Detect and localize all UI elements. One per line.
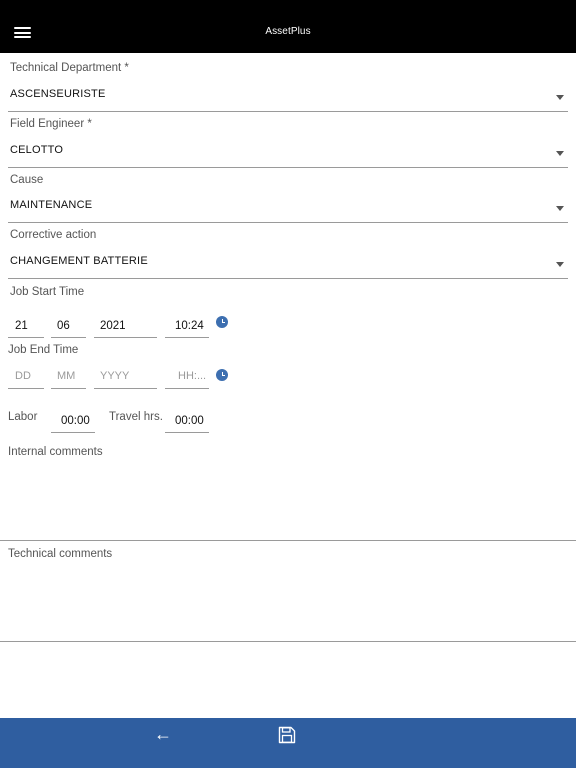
cause-value: MAINTENANCE bbox=[10, 199, 93, 211]
chevron-down-icon[interactable] bbox=[556, 151, 564, 156]
technical-department-select[interactable]: Technical Department * ASCENSEURISTE bbox=[8, 60, 568, 112]
job-start-year-value: 2021 bbox=[100, 320, 126, 332]
technical-department-label: Technical Department * bbox=[10, 62, 129, 74]
travel-hours-value: 00:00 bbox=[175, 415, 204, 427]
job-end-month-placeholder: MM bbox=[57, 370, 76, 382]
field-engineer-select[interactable]: Field Engineer * CELOTTO bbox=[8, 116, 568, 168]
job-end-day-placeholder: DD bbox=[15, 370, 31, 382]
job-end-time-input[interactable]: HH:... bbox=[165, 367, 209, 389]
job-end-time-placeholder: HH:... bbox=[178, 370, 207, 382]
field-engineer-value: CELOTTO bbox=[10, 144, 64, 156]
clock-icon[interactable] bbox=[216, 316, 228, 328]
top-app-bar: AssetPlus bbox=[0, 0, 576, 53]
job-start-year-input[interactable]: 2021 bbox=[94, 316, 157, 338]
chevron-down-icon[interactable] bbox=[556, 206, 564, 211]
field-engineer-label: Field Engineer * bbox=[10, 118, 92, 130]
technical-department-value: ASCENSEURISTE bbox=[10, 88, 106, 100]
job-start-day-input[interactable]: 21 bbox=[8, 316, 44, 338]
job-end-time-label: Job End Time bbox=[8, 344, 79, 356]
cause-label: Cause bbox=[10, 174, 44, 186]
job-end-year-placeholder: YYYY bbox=[100, 370, 130, 382]
cause-select[interactable]: Cause MAINTENANCE bbox=[8, 171, 568, 223]
chevron-down-icon[interactable] bbox=[556, 262, 564, 267]
job-end-year-input[interactable]: YYYY bbox=[94, 367, 157, 389]
travel-hours-label: Travel hrs. bbox=[109, 411, 163, 423]
clock-icon[interactable] bbox=[216, 369, 228, 381]
app-title: AssetPlus bbox=[265, 26, 311, 37]
job-start-time-label: Job Start Time bbox=[10, 286, 85, 298]
corrective-action-value: CHANGEMENT BATTERIE bbox=[10, 255, 148, 267]
corrective-action-label: Corrective action bbox=[10, 229, 97, 241]
labor-value: 00:00 bbox=[61, 415, 90, 427]
arrow-left-icon[interactable]: ← bbox=[150, 724, 176, 744]
internal-comments-label: Internal comments bbox=[8, 446, 103, 458]
floppy-disk-icon[interactable] bbox=[278, 726, 298, 746]
job-end-month-input[interactable]: MM bbox=[51, 367, 86, 389]
job-start-time-value: 10:24 bbox=[175, 320, 204, 332]
job-start-month-input[interactable]: 06 bbox=[51, 316, 86, 338]
labor-input[interactable]: 00:00 bbox=[51, 411, 95, 433]
labor-label: Labor bbox=[8, 411, 38, 423]
job-start-day-value: 21 bbox=[15, 320, 28, 332]
job-start-time-input[interactable]: 10:24 bbox=[165, 316, 209, 338]
technical-comments-label: Technical comments bbox=[8, 548, 113, 560]
corrective-action-select[interactable]: Corrective action CHANGEMENT BATTERIE bbox=[8, 227, 568, 279]
technical-comments-textarea[interactable]: Technical comments bbox=[0, 548, 576, 642]
job-start-month-value: 06 bbox=[57, 320, 70, 332]
job-end-day-input[interactable]: DD bbox=[8, 367, 44, 389]
travel-hours-input[interactable]: 00:00 bbox=[165, 411, 209, 433]
chevron-down-icon[interactable] bbox=[556, 95, 564, 100]
internal-comments-textarea[interactable]: Internal comments bbox=[0, 446, 576, 541]
